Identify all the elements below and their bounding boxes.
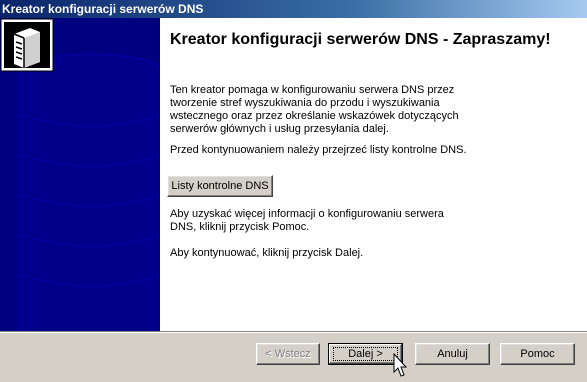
- intro-text: Ten kreator pomaga w konfigurowaniu serw…: [170, 84, 459, 135]
- continue-info-text: Aby kontynuować, kliknij przycisk Dalej.: [170, 247, 364, 259]
- page-title: Kreator konfiguracji serwerów DNS - Zapr…: [170, 31, 551, 48]
- window-title: Kreator konfiguracji serwerów DNS: [2, 2, 204, 16]
- cancel-button[interactable]: Anuluj: [415, 343, 490, 365]
- dns-checklists-button[interactable]: Listy kontrolne DNS: [167, 175, 273, 197]
- focus-rectangle: [333, 347, 398, 361]
- dns-server-icon: [0, 18, 54, 72]
- back-button[interactable]: < Wstecz: [256, 343, 320, 365]
- title-bar[interactable]: Kreator konfiguracji serwerów DNS: [0, 0, 587, 18]
- help-button[interactable]: Pomoc: [500, 343, 575, 365]
- checklist-note: Przed kontynuowaniem należy przejrzeć li…: [170, 144, 467, 156]
- next-button[interactable]: Dalej >: [328, 343, 403, 365]
- mouse-cursor-icon: [393, 353, 408, 377]
- help-info-text: Aby uzyskać więcej informacji o konfigur…: [170, 208, 444, 233]
- button-separator-highlight: [0, 332, 587, 333]
- wizard-side-panel: [0, 18, 160, 331]
